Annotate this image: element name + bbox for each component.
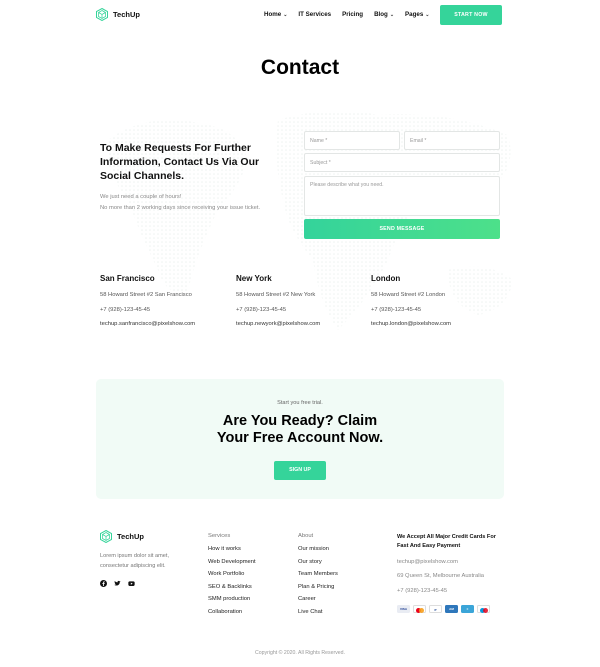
paypal-icon: P	[429, 605, 442, 613]
cube-logo-icon	[100, 530, 112, 543]
footer-address: 69 Queen St, Melbourne Australia	[397, 573, 485, 579]
cta-kicker: Start you free trial.	[277, 400, 323, 406]
mastercard-icon	[413, 605, 426, 613]
footer-link[interactable]: SEO & Backlinks	[208, 584, 256, 590]
office-email[interactable]: techup.newyork@pixelshow.com	[236, 321, 366, 327]
footer-column-heading: Services	[208, 533, 231, 539]
footer-about-line: Lorem ipsum dolor sit amet,	[100, 553, 170, 559]
footer-link[interactable]: Our mission	[298, 546, 338, 552]
office-phone[interactable]: +7 (928)-123-45-45	[100, 307, 230, 313]
nav-label: IT Services	[298, 11, 332, 18]
cta-heading-line: Your Free Account Now.	[216, 430, 384, 446]
subject-input[interactable]: Subject *	[304, 153, 500, 172]
footer-about-line: consectetur adipiscing elit.	[100, 563, 166, 569]
nav-item-pricing[interactable]: Pricing	[342, 11, 363, 18]
footer-link[interactable]: Work Portfolio	[208, 571, 256, 577]
footer-column-heading: About	[298, 533, 314, 539]
chevron-down-icon: ⌄	[389, 11, 395, 18]
email-input[interactable]: Email *	[404, 131, 500, 150]
nav-item-pages[interactable]: Pages ⌄	[405, 11, 429, 18]
social-links	[100, 580, 135, 587]
nav-label: Pricing	[342, 11, 364, 18]
message-textarea[interactable]: Please describe what you need.	[304, 176, 500, 216]
visa-icon: VISA	[397, 605, 410, 613]
nav-item-blog[interactable]: Blog ⌄	[374, 11, 394, 18]
cta-heading-line: Are You Ready? Claim	[222, 413, 378, 429]
send-message-button[interactable]: SEND MESSAGE	[304, 219, 500, 239]
nav-label: Home	[264, 11, 282, 18]
brand-name: TechUp	[117, 532, 144, 541]
footer-link[interactable]: Live Chat	[298, 609, 338, 615]
office-address: 58 Howard Street #2 London	[371, 292, 446, 298]
footer-logo[interactable]: TechUp	[100, 530, 144, 543]
cube-logo-icon	[96, 8, 108, 21]
footer-link[interactable]: Our story	[298, 559, 338, 565]
footer-link[interactable]: Collaboration	[208, 609, 256, 615]
sign-up-button[interactable]: SIGN UP	[274, 461, 326, 480]
office-card-san-francisco: San Francisco 58 Howard Street #2 San Fr…	[100, 274, 230, 327]
office-address: 58 Howard Street #2 San Francisco	[100, 292, 192, 298]
footer-services-column: Services How it works Web Development Wo…	[208, 533, 256, 621]
office-email[interactable]: techup.london@pixelshow.com	[371, 321, 501, 327]
office-city: New York	[236, 274, 272, 283]
facebook-icon[interactable]	[100, 580, 107, 587]
brand-logo[interactable]: TechUp	[96, 8, 140, 21]
chevron-down-icon: ⌄	[425, 11, 430, 18]
brand-name: TechUp	[113, 10, 140, 19]
cta-heading: Are You Ready? Claim Your Free Account N…	[96, 413, 504, 447]
site-header: TechUp Home ⌄ IT Services Pricing Blog ⌄…	[0, 0, 600, 30]
copyright-text: Copyright © 2020. All Rights Reserved.	[254, 650, 346, 656]
payment-cards: VISA P AM ≡	[397, 605, 490, 613]
contact-subtext-line: We just need a couple of hours!	[100, 194, 182, 200]
youtube-icon[interactable]	[128, 580, 135, 587]
maestro-icon	[477, 605, 490, 613]
footer-link[interactable]: Web Development	[208, 559, 256, 565]
start-now-button[interactable]: START NOW	[440, 5, 502, 25]
footer-about-column: About Our mission Our story Team Members…	[298, 533, 338, 621]
footer-phone[interactable]: +7 (928)-123-45-45	[397, 588, 447, 594]
footer-link[interactable]: SMM production	[208, 596, 256, 602]
chevron-down-icon: ⌄	[283, 11, 288, 18]
nav-item-home[interactable]: Home ⌄	[264, 11, 287, 18]
footer-link[interactable]: Plan & Pricing	[298, 584, 338, 590]
payment-heading: We Accept All Major Credit Cards For Fas…	[397, 534, 496, 549]
signup-cta-banner: Start you free trial. Are You Ready? Cla…	[96, 379, 504, 499]
office-city: London	[371, 274, 401, 283]
main-nav: Home ⌄ IT Services Pricing Blog ⌄ Pages …	[264, 11, 440, 18]
bank-transfer-icon: ≡	[461, 605, 474, 613]
office-email[interactable]: techup.sanfrancisco@pixelshow.com	[100, 321, 230, 327]
office-address: 58 Howard Street #2 New York	[236, 292, 316, 298]
name-input[interactable]: Name *	[304, 131, 400, 150]
footer-link[interactable]: How it works	[208, 546, 256, 552]
contact-lead-subtext: We just need a couple of hours! No more …	[100, 192, 275, 213]
footer-link[interactable]: Career	[298, 596, 338, 602]
footer-about-text: Lorem ipsum dolor sit amet, consectetur …	[100, 551, 195, 571]
office-city: San Francisco	[100, 274, 155, 283]
nav-label: Pages	[405, 11, 424, 18]
contact-lead-heading: To Make Requests For Further Information…	[100, 142, 260, 182]
twitter-icon[interactable]	[114, 580, 121, 587]
amex-icon: AM	[445, 605, 458, 613]
page-title: Contact	[260, 56, 340, 79]
office-phone[interactable]: +7 (928)-123-45-45	[236, 307, 366, 313]
footer-email[interactable]: techup@pixelshow.com	[397, 559, 458, 565]
office-card-london: London 58 Howard Street #2 London +7 (92…	[371, 274, 501, 327]
nav-label: Blog	[374, 11, 388, 18]
footer-link[interactable]: Team Members	[298, 571, 338, 577]
office-phone[interactable]: +7 (928)-123-45-45	[371, 307, 501, 313]
office-card-new-york: New York 58 Howard Street #2 New York +7…	[236, 274, 366, 327]
contact-subtext-line: No more than 2 working days since receiv…	[100, 204, 261, 211]
nav-item-it-services[interactable]: IT Services	[298, 11, 331, 18]
